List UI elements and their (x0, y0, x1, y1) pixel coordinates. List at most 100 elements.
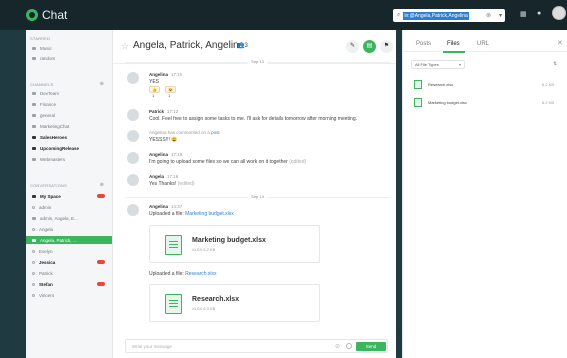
message-author[interactable]: Patrick 17:12 (149, 109, 178, 114)
file-link[interactable]: Research.xlsx (185, 271, 216, 277)
message-author[interactable]: Angelina 17:15 (149, 152, 182, 157)
apps-grid-icon[interactable]: ▦ (520, 10, 527, 18)
pin-icon[interactable]: ⚑ (380, 40, 393, 53)
message-time: 17:15 (171, 152, 183, 157)
tab-url[interactable]: URL (477, 41, 489, 47)
message-author[interactable]: Angelina has commented on a post (149, 130, 220, 135)
file-name: Marketing budget.xlsx (192, 237, 266, 244)
unread-badge (97, 194, 105, 198)
member-count[interactable]: 👥3 (237, 42, 248, 49)
sidebar-item-patrick[interactable]: Patrick (26, 269, 112, 277)
avatar[interactable] (127, 152, 139, 164)
files-panel-icon[interactable]: ▤ (363, 40, 376, 53)
sidebar-item-angela[interactable]: Angela (26, 225, 112, 233)
reaction-thumbs-up[interactable]: 👍 1 (149, 86, 160, 98)
search-input[interactable]: in:@Angela,Patrick,Angelina (403, 11, 469, 20)
sidebar-item-label: SalesHeroes (40, 134, 68, 140)
megaphone-icon (32, 56, 36, 60)
close-icon[interactable]: ✕ (557, 39, 563, 47)
message-text: Yes Thanks! (edited) (149, 181, 195, 187)
status-dot-icon (32, 293, 35, 297)
sidebar-item-label: My Space (40, 193, 61, 199)
message-author[interactable]: Angelina 17:10 (149, 72, 182, 77)
sidebar-item-finance[interactable]: Finance (26, 100, 112, 108)
notifications-bell-icon[interactable]: ● (537, 10, 541, 17)
lock-icon (32, 46, 36, 50)
file-type-select[interactable]: All File Types ▾ (411, 60, 465, 69)
file-size: 6.2 KB (542, 100, 555, 105)
avatar[interactable] (127, 130, 139, 142)
sidebar-item-music[interactable]: Music (26, 44, 112, 52)
file-link[interactable]: Marketing budget.xlsx (185, 211, 234, 217)
file-size: XLSX 6.3 KB (192, 306, 216, 311)
avatar[interactable] (127, 174, 139, 186)
sidebar-item-label: Stefan (39, 281, 53, 287)
sidebar-item-angela-patrick-group[interactable]: Angela, Patrick, ... (26, 236, 112, 244)
avatar[interactable] (127, 109, 139, 121)
emoji-icon[interactable] (346, 343, 352, 349)
clear-search-icon[interactable]: ⊗ (486, 12, 491, 19)
message-author[interactable]: Angela 17:18 (149, 174, 178, 179)
post-link[interactable]: post (211, 130, 220, 135)
sidebar-item-admin-angela-group[interactable]: admin, Angela, E... (26, 214, 112, 222)
avatar[interactable] (127, 72, 139, 84)
sidebar-item-stefan[interactable]: Stefan (26, 280, 112, 288)
sidebar-item-random[interactable]: random (26, 54, 112, 62)
unread-badge (97, 282, 105, 286)
file-list-item[interactable]: Marketing budget.xlsx 6.2 KB (411, 96, 561, 110)
message-text: Cool. Feel free to assign some tasks to … (149, 116, 357, 122)
sidebar-item-vincent[interactable]: Vincent (26, 291, 112, 299)
add-channel-icon[interactable]: ⊕ (100, 81, 104, 87)
sidebar-item-label: Music (40, 45, 52, 51)
file-list-item[interactable]: Research.xlsx 6.2 KB (411, 78, 561, 92)
send-button[interactable]: Send (356, 342, 386, 351)
search-dropdown-icon[interactable]: ▾ (499, 12, 502, 19)
author-name: Angelina (149, 204, 169, 209)
message-input[interactable]: Write your message (132, 344, 172, 349)
author-name: Angelina (149, 72, 169, 77)
file-name: Marketing budget.xlsx (428, 100, 467, 105)
user-avatar[interactable] (552, 6, 566, 20)
tools-icon[interactable]: ✎ (346, 40, 359, 53)
avatar[interactable] (127, 204, 139, 216)
message-time: 17:12 (167, 109, 179, 114)
megaphone-icon (32, 124, 36, 128)
sidebar-item-salesheroes[interactable]: SalesHeroes (26, 133, 112, 141)
sidebar-item-webmasters[interactable]: Webmasters (26, 155, 112, 163)
sidebar-item-upcomingrelease[interactable]: UpcomingRelease (26, 144, 112, 152)
top-bar: Chat ⌕ in:@Angela,Patrick,Angelina ⊗ ▾ ▦… (0, 0, 567, 30)
tab-files[interactable]: Files (447, 41, 460, 47)
sidebar-item-general[interactable]: general (26, 111, 112, 119)
sidebar-item-label: Evelyn (39, 248, 53, 254)
tab-posts[interactable]: Posts (416, 41, 431, 47)
app-logo[interactable]: Chat (26, 8, 67, 22)
add-conversation-icon[interactable]: ⊕ (100, 182, 104, 188)
sidebar-item-evelyn[interactable]: Evelyn (26, 247, 112, 255)
spreadsheet-icon (414, 98, 422, 107)
sidebar-item-admin[interactable]: admin (26, 203, 112, 211)
spreadsheet-icon (414, 80, 422, 89)
sidebar-item-my-space[interactable]: My Space (26, 192, 112, 200)
date-label: Sep 13 (247, 59, 268, 64)
sidebar-item-label: Jessica (39, 259, 56, 265)
file-attachment-card[interactable]: Research.xlsx XLSX 6.3 KB (149, 284, 320, 322)
status-dot-icon (32, 249, 35, 253)
megaphone-icon (32, 157, 36, 161)
reaction-cat[interactable]: 😺 1 (165, 86, 176, 98)
file-attachment-card[interactable]: Marketing budget.xlsx XLSX 6.2 KB (149, 225, 320, 263)
message-text: YESSS!!! 😀 (149, 137, 178, 143)
file-name: Research.xlsx (428, 82, 454, 87)
sidebar-item-devteam[interactable]: DevTeam (26, 89, 112, 97)
search-box[interactable]: ⌕ in:@Angela,Patrick,Angelina ⊗ ▾ (393, 9, 505, 22)
sort-icon[interactable]: ⇅ (553, 61, 557, 67)
message-text: Uploaded a file: Research.xlsx (149, 271, 217, 277)
sidebar-item-marketingchat[interactable]: MarketingChat (26, 122, 112, 130)
star-icon[interactable]: ☆ (121, 41, 129, 52)
message-author[interactable]: Angelina 14:37 (149, 204, 182, 209)
status-dot-icon (32, 205, 35, 209)
sidebar-item-jessica[interactable]: Jessica (26, 258, 112, 266)
attach-icon[interactable]: ⊘ (335, 343, 340, 350)
starred-header: STARRED (30, 36, 51, 41)
message-composer[interactable]: Write your message ⊘ Send (125, 339, 388, 353)
message-text: Uploaded a file: Marketing budget.xlsx (149, 211, 234, 217)
